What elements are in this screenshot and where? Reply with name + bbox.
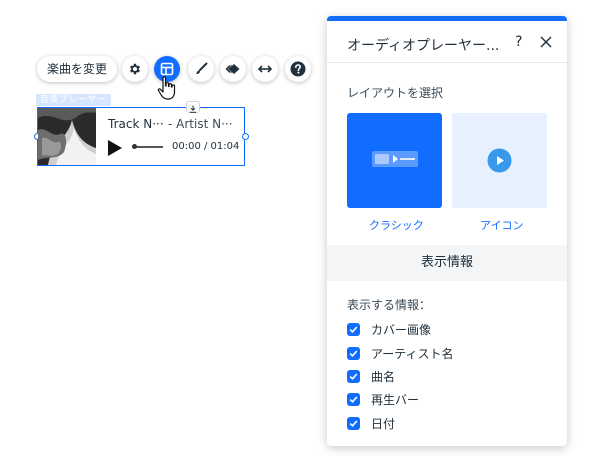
progress-handle[interactable] [132,144,137,149]
widget-toolbar: 楽曲を変更 [37,55,118,83]
checkbox-label: 日付 [371,416,396,431]
layout-section-label: レイアウトを選択 [347,86,444,100]
settings-button[interactable] [122,56,148,82]
play-circle-icon [487,148,512,177]
checkbox-track-name[interactable]: 曲名 [347,369,396,384]
checkbox-checked-icon[interactable] [347,369,360,383]
checkbox-cover-image[interactable]: カバー画像 [347,322,432,337]
gear-icon [128,62,142,76]
panel-title: オーディオプレーヤー... [347,38,500,54]
info-section-label: 表示する情報： [347,298,432,312]
display-info-header: 表示情報 [327,245,567,281]
checkbox-checked-icon[interactable] [347,346,360,360]
layout-label-icon[interactable]: アイコン [480,217,523,233]
stretch-button[interactable] [252,56,278,82]
track-name: Track N··· [108,117,164,131]
change-music-button[interactable]: 楽曲を変更 [37,56,118,82]
checkbox-artist-name[interactable]: アーティスト名 [347,346,454,361]
brush-icon [194,62,208,76]
checkbox-playback-bar[interactable]: 再生バー [347,392,420,407]
cover-image [38,108,96,165]
download-chip[interactable] [186,101,200,113]
panel-divider [327,62,567,63]
play-icon[interactable] [108,140,122,156]
playback-time: 00:00 / 01:04 [172,141,240,152]
classic-player-icon [372,150,418,172]
animation-icon [225,62,241,76]
close-icon [539,34,553,53]
artist-name: - Artist N··· [168,117,233,131]
checkbox-date[interactable]: 日付 [347,416,396,431]
checkbox-checked-icon[interactable] [347,416,360,430]
component-name-tag: 音楽プレーヤー [36,94,111,106]
stretch-icon [257,62,273,76]
download-icon [189,98,197,117]
layout-icon [160,62,174,76]
help-button[interactable] [285,56,311,82]
panel-close-button[interactable] [539,34,553,48]
layout-option-classic[interactable] [347,113,442,208]
progress-bar[interactable] [133,146,163,148]
panel-accent-bar [327,16,567,21]
animation-button[interactable] [220,56,246,82]
resize-handle-right[interactable] [242,133,249,140]
checkbox-label: カバー画像 [371,322,432,337]
panel-help-button[interactable]: ? [515,34,522,50]
hand-cursor-icon [157,75,179,105]
layout-option-icon[interactable] [452,113,547,208]
checkbox-checked-icon[interactable] [347,322,360,336]
help-icon [290,61,306,77]
checkbox-checked-icon[interactable] [347,392,360,406]
checkbox-label: アーティスト名 [371,346,454,361]
design-button[interactable] [188,56,214,82]
settings-panel: オーディオプレーヤー... ? レイアウトを選択 クラシック アイコン 表示情報… [327,16,567,446]
layout-label-classic[interactable]: クラシック [369,217,424,233]
checkbox-label: 再生バー [371,392,420,407]
checkbox-label: 曲名 [371,369,396,384]
